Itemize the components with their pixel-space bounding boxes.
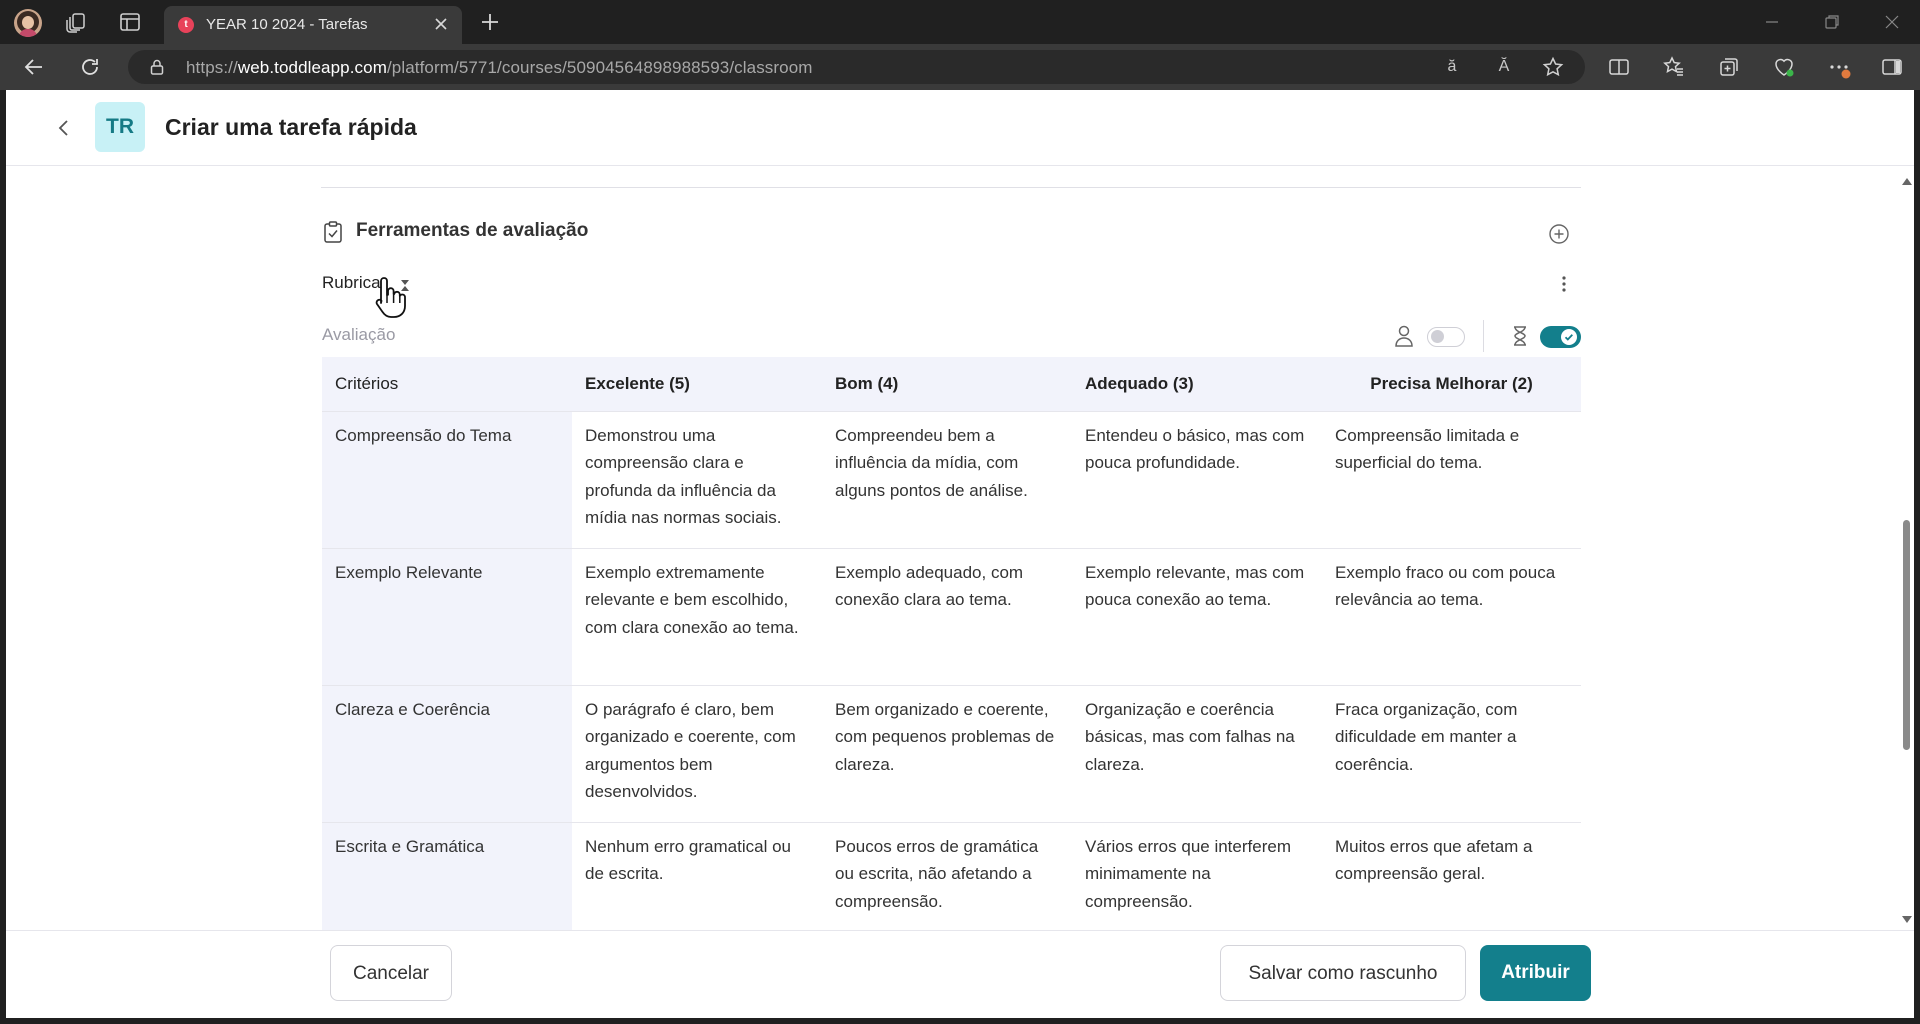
favorite-star-icon[interactable] bbox=[1542, 56, 1564, 78]
descriptor-cell[interactable]: Compreendeu bem a influência da mídia, c… bbox=[822, 411, 1072, 549]
more-options-icon[interactable] bbox=[1556, 273, 1572, 295]
browser-toolbar: https://web.toddleapp.com/platform/5771/… bbox=[0, 44, 1920, 90]
close-tab-icon[interactable] bbox=[432, 15, 450, 33]
hourglass-icon bbox=[1509, 324, 1531, 348]
header-level-adequate[interactable]: Adequado (3) bbox=[1072, 357, 1322, 412]
task-creation-page: TR Criar uma tarefa rápida Ferramentas d… bbox=[6, 90, 1914, 1018]
main-content: Ferramentas de avaliação Rubrica Avaliaç… bbox=[6, 167, 1914, 930]
split-screen-icon[interactable] bbox=[1607, 55, 1631, 79]
section-divider bbox=[321, 187, 1581, 188]
collections-icon[interactable] bbox=[1717, 55, 1741, 79]
assign-button[interactable]: Atribuir bbox=[1480, 945, 1591, 1001]
page-title: Criar uma tarefa rápida bbox=[165, 114, 417, 140]
profile-avatar[interactable] bbox=[14, 9, 42, 37]
tab-actions-icon[interactable] bbox=[118, 10, 142, 34]
header-level-good[interactable]: Bom (4) bbox=[822, 357, 1072, 412]
refresh-icon[interactable] bbox=[78, 55, 102, 79]
table-row: Clareza e Coerência O parágrafo é claro,… bbox=[322, 685, 1581, 823]
descriptor-cell[interactable]: O parágrafo é claro, bem organizado e co… bbox=[572, 685, 822, 823]
descriptor-cell[interactable]: Exemplo fraco ou com pouca relevância ao… bbox=[1322, 548, 1581, 686]
active-browser-tab[interactable]: t YEAR 10 2024 - Tarefas bbox=[164, 6, 462, 44]
add-circle-icon[interactable] bbox=[1548, 223, 1570, 245]
save-draft-button[interactable]: Salvar como rascunho bbox=[1220, 945, 1466, 1001]
rubric-subtitle: Avaliação bbox=[322, 325, 396, 344]
person-icon bbox=[1393, 324, 1415, 348]
browser-titlebar: t YEAR 10 2024 - Tarefas bbox=[0, 0, 1920, 44]
header-level-needs-improvement[interactable]: Precisa Melhorar (2) bbox=[1322, 357, 1581, 412]
descriptor-cell[interactable]: Exemplo adequado, com conexão clara ao t… bbox=[822, 548, 1072, 686]
close-window-icon[interactable] bbox=[1882, 12, 1902, 32]
address-bar[interactable]: https://web.toddleapp.com/platform/5771/… bbox=[128, 50, 1585, 84]
workspaces-icon[interactable] bbox=[64, 10, 88, 34]
page-header: TR Criar uma tarefa rápida bbox=[6, 90, 1914, 166]
assessment-tools-title: Ferramentas de avaliação bbox=[356, 220, 589, 241]
read-aloud-icon[interactable]: Ă bbox=[1493, 58, 1515, 80]
header-level-excellent[interactable]: Excelente (5) bbox=[572, 357, 822, 412]
new-tab-icon[interactable] bbox=[478, 10, 502, 34]
descriptor-cell[interactable]: Compreensão limitada e superficial do te… bbox=[1322, 411, 1581, 549]
translate-icon[interactable]: ă bbox=[1441, 58, 1463, 80]
rubric-table: Critérios Excelente (5) Bom (4) Adequado… bbox=[322, 357, 1581, 930]
minimize-icon[interactable] bbox=[1762, 12, 1782, 32]
descriptor-cell[interactable]: Nenhum erro gramatical ou de escrita. bbox=[572, 822, 822, 930]
descriptor-cell[interactable]: Vários erros que interferem minimamente … bbox=[1072, 822, 1322, 930]
controls-divider bbox=[1483, 320, 1484, 352]
criterion-cell[interactable]: Clareza e Coerência bbox=[322, 685, 572, 823]
table-row: Exemplo Relevante Exemplo extremamente r… bbox=[322, 548, 1581, 686]
criterion-cell[interactable]: Compreensão do Tema bbox=[322, 411, 572, 549]
scroll-down-arrow-icon[interactable] bbox=[1902, 916, 1912, 923]
lock-icon[interactable] bbox=[148, 58, 166, 76]
table-row: Escrita e Gramática Nenhum erro gramatic… bbox=[322, 822, 1581, 930]
cancel-button[interactable]: Cancelar bbox=[330, 945, 452, 1001]
descriptor-cell[interactable]: Fraca organização, com dificuldade em ma… bbox=[1322, 685, 1581, 823]
clipboard-check-icon bbox=[322, 220, 344, 244]
action-footer: Cancelar Salvar como rascunho Atribuir bbox=[6, 930, 1914, 1018]
rubric-header-row: Critérios Excelente (5) Bom (4) Adequado… bbox=[322, 357, 1581, 412]
restore-icon[interactable] bbox=[1822, 12, 1842, 32]
descriptor-cell[interactable]: Muitos erros que afetam a compreensão ge… bbox=[1322, 822, 1581, 930]
sidebar-toggle-icon[interactable] bbox=[1880, 55, 1904, 79]
descriptor-cell[interactable]: Bem organizado e coerente, com pequenos … bbox=[822, 685, 1072, 823]
criterion-cell[interactable]: Escrita e Gramática bbox=[322, 822, 572, 930]
criterion-cell[interactable]: Exemplo Relevante bbox=[322, 548, 572, 686]
student-visibility-toggle[interactable] bbox=[1427, 327, 1465, 347]
descriptor-cell[interactable]: Demonstrou uma compreensão clara e profu… bbox=[572, 411, 822, 549]
scrollbar-thumb[interactable] bbox=[1903, 520, 1910, 750]
back-arrow-icon[interactable] bbox=[22, 55, 46, 79]
tab-title: YEAR 10 2024 - Tarefas bbox=[206, 16, 368, 33]
timer-toggle[interactable] bbox=[1540, 326, 1581, 348]
hand-pointer-cursor-icon bbox=[372, 274, 412, 322]
table-row: Compreensão do Tema Demonstrou uma compr… bbox=[322, 411, 1581, 549]
descriptor-cell[interactable]: Exemplo extremamente relevante e bem esc… bbox=[572, 548, 822, 686]
descriptor-cell[interactable]: Organização e coerência básicas, mas com… bbox=[1072, 685, 1322, 823]
url-text: https://web.toddleapp.com/platform/5771/… bbox=[186, 58, 813, 77]
browser-essentials-icon[interactable] bbox=[1772, 55, 1796, 79]
descriptor-cell[interactable]: Entendeu o básico, mas com pouca profund… bbox=[1072, 411, 1322, 549]
more-menu-icon[interactable] bbox=[1827, 55, 1851, 79]
header-criteria[interactable]: Critérios bbox=[322, 357, 572, 412]
descriptor-cell[interactable]: Exemplo relevante, mas com pouca conexão… bbox=[1072, 548, 1322, 686]
favorites-icon[interactable] bbox=[1662, 55, 1686, 79]
scroll-up-arrow-icon[interactable] bbox=[1902, 178, 1912, 185]
toddle-favicon-icon: t bbox=[178, 17, 194, 33]
chevron-left-icon[interactable] bbox=[52, 116, 76, 140]
descriptor-cell[interactable]: Poucos erros de gramática ou escrita, nã… bbox=[822, 822, 1072, 930]
class-avatar: TR bbox=[95, 102, 145, 152]
